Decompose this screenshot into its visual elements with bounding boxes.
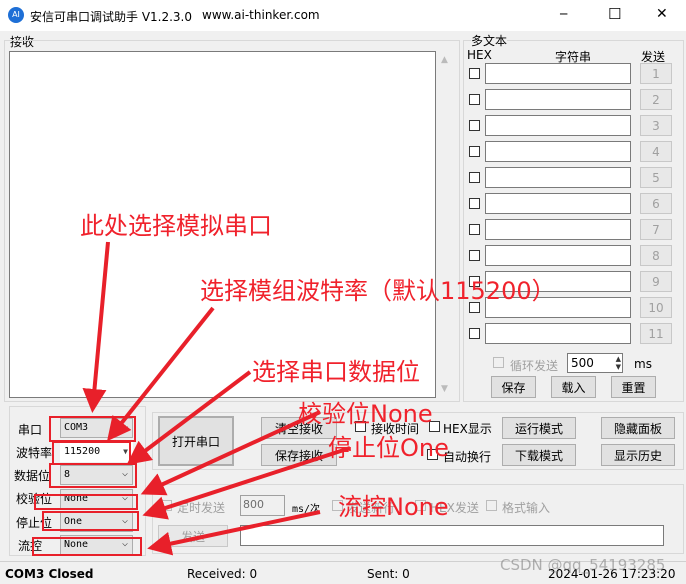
annotation-flow: 流控None — [338, 493, 449, 521]
arrow-parity — [140, 410, 321, 496]
arrow-port — [82, 241, 110, 413]
annotation-baud: 选择模组波特率（默认115200） — [200, 277, 556, 305]
annotation-port: 此处选择模拟串口 — [80, 212, 272, 240]
annotation-parity: 校验位None — [298, 400, 433, 428]
annotation-data: 选择串口数据位 — [252, 358, 420, 386]
arrow-stop — [142, 446, 351, 520]
arrow-flow — [147, 510, 321, 556]
annotation-stop: 停止位One — [328, 434, 449, 462]
arrow-baud — [107, 306, 215, 442]
